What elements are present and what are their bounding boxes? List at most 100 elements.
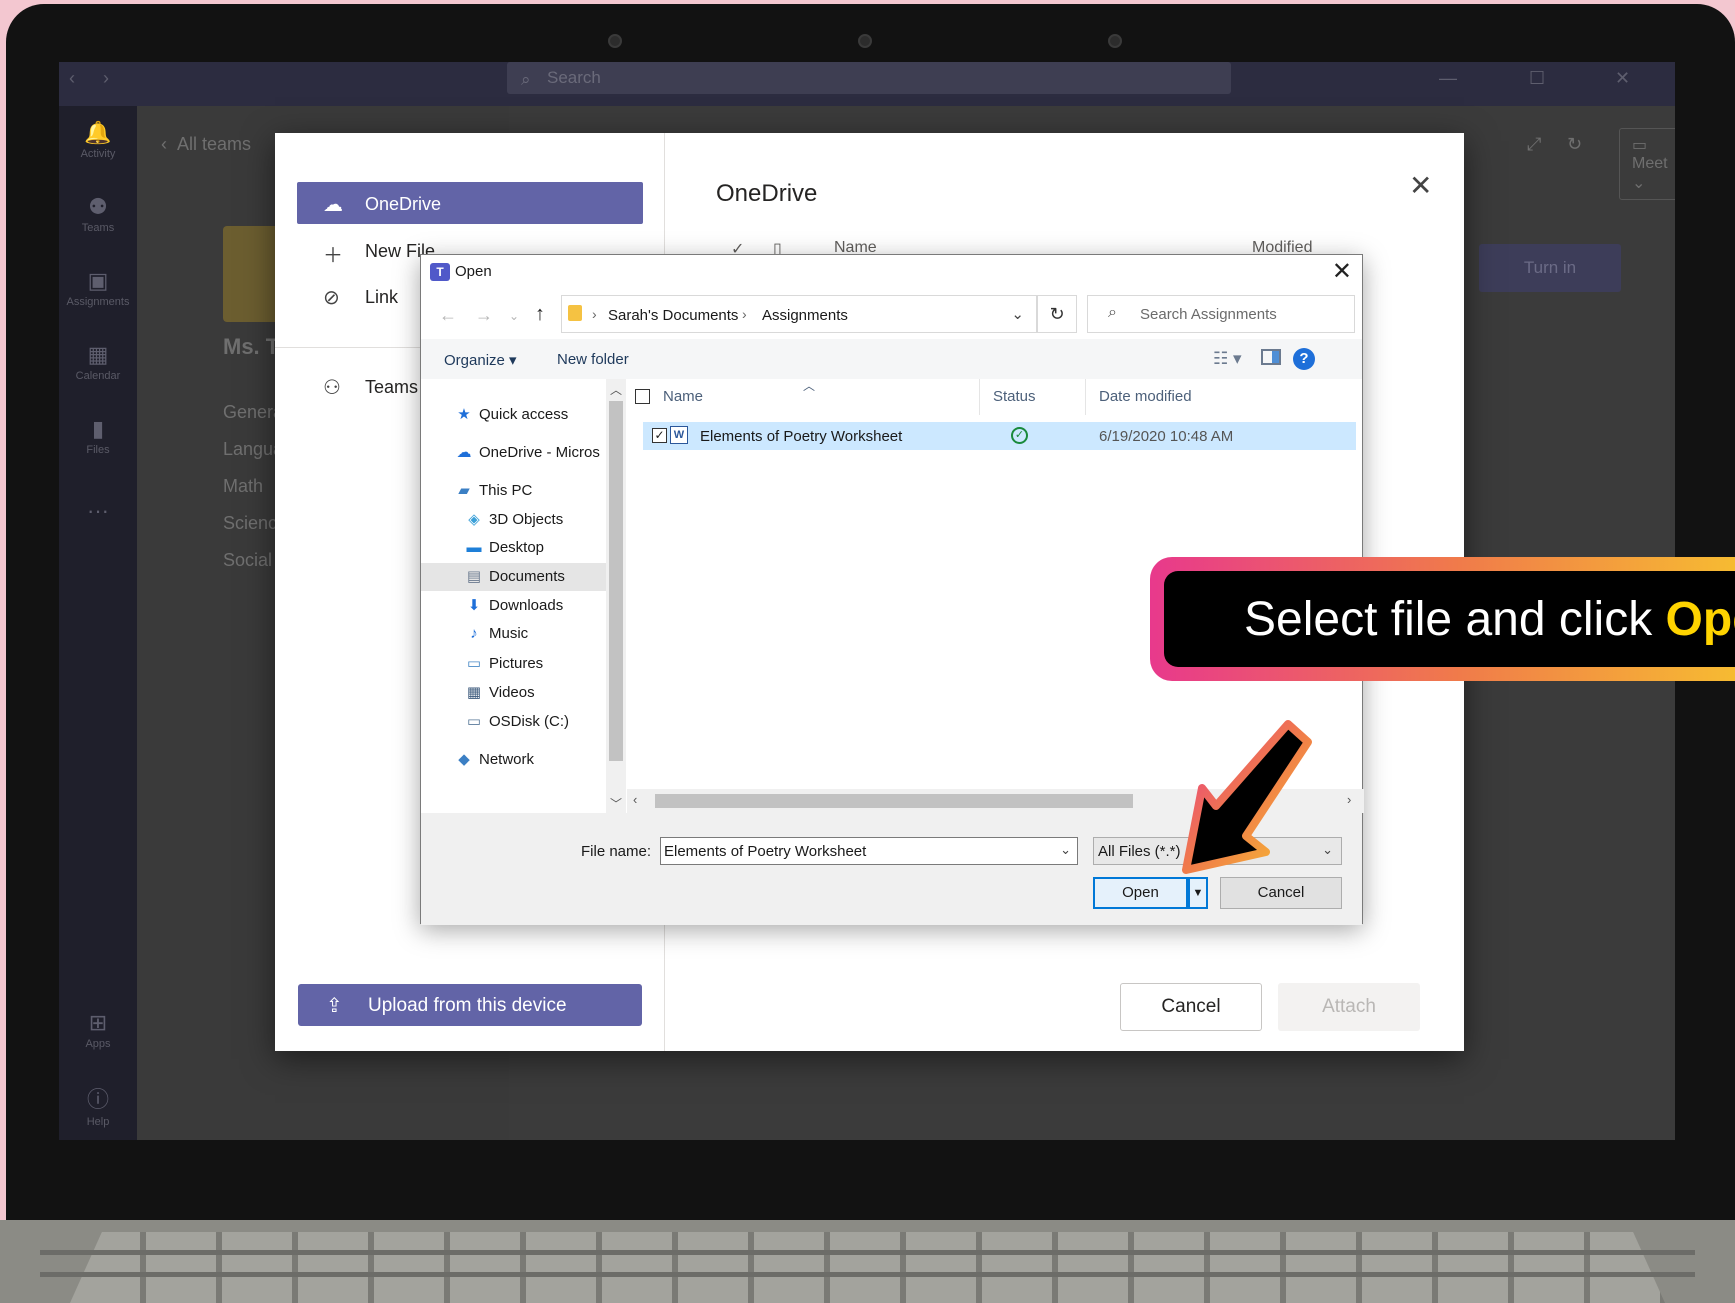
cancel-button[interactable]: Cancel [1220, 877, 1342, 909]
tree-3d-objects[interactable]: ◈ 3D Objects [465, 510, 563, 528]
scroll-thumb[interactable] [609, 401, 623, 761]
attach-button[interactable]: Attach [1278, 983, 1420, 1031]
search-assignments-input[interactable]: ⌕ Search Assignments [1087, 295, 1355, 333]
nav-label: Teams [365, 377, 419, 397]
crumb-separator-icon: › [592, 306, 597, 322]
tree-onedrive[interactable]: ☁ OneDrive - Micros [455, 443, 600, 461]
tree-label: Documents [489, 568, 565, 585]
camera-dot [1108, 34, 1122, 48]
chevron-down-icon[interactable]: ⌄ [1060, 842, 1071, 858]
tree-downloads[interactable]: ⬇ Downloads [465, 596, 564, 614]
file-row[interactable]: ✓ W Elements of Poetry Worksheet ✓ 6/19/… [643, 422, 1356, 450]
back-to-teams-link[interactable]: ‹ All teams [161, 134, 251, 155]
meet-button[interactable]: ▭ Meet ⌄ [1619, 128, 1675, 200]
forward-arrow-icon[interactable]: → [475, 305, 493, 326]
plus-icon: ＋ [323, 245, 343, 267]
rail-help[interactable]: ⓘ Help [59, 1082, 137, 1128]
scroll-up-icon[interactable]: ︿ [610, 381, 622, 398]
up-arrow-icon[interactable]: ↑ [535, 303, 545, 326]
chevron-down-icon[interactable]: ⌄ [1011, 305, 1024, 323]
tree-network[interactable]: ◆ Network [455, 750, 534, 768]
search-icon: ⌕ [1108, 304, 1117, 321]
back-nav-icon[interactable]: ‹ [69, 68, 75, 89]
tree-documents[interactable]: ▤ Documents [421, 563, 606, 591]
channel-math[interactable]: Math [223, 476, 263, 497]
desktop-icon: ▬ [466, 539, 482, 556]
upload-from-device-button[interactable]: ⇪ Upload from this device [298, 984, 642, 1026]
tree-desktop[interactable]: ▬ Desktop [465, 539, 545, 556]
tree-videos[interactable]: ▦ Videos [465, 683, 535, 701]
video-icon: ▦ [466, 684, 482, 701]
tree-label: Pictures [489, 655, 544, 672]
document-icon: ▤ [466, 568, 482, 585]
search-icon: ⌕ [521, 70, 531, 89]
tree-label: Downloads [489, 597, 564, 614]
preview-pane-icon[interactable] [1261, 349, 1281, 365]
tree-this-pc[interactable]: ▰ This PC [455, 481, 532, 499]
attach-cancel-button[interactable]: Cancel [1120, 983, 1262, 1031]
column-date-modified[interactable]: Date modified [1099, 388, 1192, 405]
breadcrumb-sarahs-documents[interactable]: Sarah's Documents [608, 307, 738, 324]
view-options-icon[interactable]: ☷ ▾ [1213, 349, 1242, 369]
select-all-checkbox[interactable] [635, 389, 650, 404]
maximize-icon[interactable]: ☐ [1529, 68, 1545, 89]
attach-title: OneDrive [716, 180, 818, 207]
column-name[interactable]: Name [663, 388, 703, 405]
open-button[interactable]: Open [1093, 877, 1188, 909]
minimize-icon[interactable]: — [1439, 68, 1457, 89]
forward-nav-icon[interactable]: › [103, 68, 109, 89]
column-divider [1085, 379, 1086, 415]
tree-label: Desktop [489, 539, 545, 556]
close-window-icon[interactable]: ✕ [1615, 68, 1630, 89]
expand-icon[interactable]: ⤢ [1527, 134, 1541, 155]
rail-more[interactable]: ··· [59, 498, 137, 526]
tree-music[interactable]: ♪ Music [465, 625, 528, 642]
file-name-label: File name: [581, 843, 652, 860]
open-options-dropdown[interactable]: ▼ [1188, 877, 1208, 909]
rail-calendar[interactable]: ▦ Calendar [59, 342, 137, 382]
refresh-button[interactable]: ↻ [1037, 295, 1077, 333]
teams-search-input[interactable]: ⌕ Search [507, 62, 1231, 94]
file-name-input[interactable]: Elements of Poetry Worksheet ⌄ [660, 837, 1078, 865]
help-icon[interactable]: ? [1293, 348, 1315, 370]
tree-osdisk[interactable]: ▭ OSDisk (C:) [465, 712, 569, 730]
breadcrumb-assignments[interactable]: Assignments [762, 307, 848, 324]
back-arrow-icon[interactable]: ← [439, 305, 457, 326]
rail-files[interactable]: ▮ Files [59, 416, 137, 456]
nav-onedrive[interactable]: ☁ OneDrive [297, 182, 643, 224]
rail-activity[interactable]: 🔔 Activity [59, 120, 137, 160]
organize-button[interactable]: Organize ▾ [444, 351, 517, 369]
rail-apps[interactable]: ⊞ Apps [59, 1010, 137, 1050]
scroll-thumb[interactable] [655, 794, 1133, 808]
scroll-right-icon[interactable]: › [1347, 792, 1351, 807]
address-bar[interactable]: › Sarah's Documents › Assignments ⌄ [561, 295, 1037, 333]
recent-dropdown-icon[interactable]: ⌄ [509, 309, 519, 323]
rail-teams[interactable]: ⚉ Teams [59, 194, 137, 234]
teams-people-icon: ⚇ [323, 377, 341, 399]
row-checkbox[interactable]: ✓ [652, 428, 667, 443]
callout-main-text: Select file and click [1244, 593, 1666, 646]
teams-icon: ⚉ [88, 194, 108, 219]
tree-pictures[interactable]: ▭ Pictures [465, 654, 543, 672]
close-icon[interactable]: ✕ [1409, 169, 1432, 202]
column-status[interactable]: Status [993, 388, 1036, 405]
tree-quick-access[interactable]: ★ Quick access [455, 405, 568, 423]
files-icon: ▮ [91, 416, 105, 441]
rail-label: Apps [85, 1038, 111, 1050]
refresh-icon[interactable]: ↻ [1567, 134, 1582, 155]
turn-in-button[interactable]: Turn in [1479, 244, 1621, 292]
tree-label: OneDrive - Micros [479, 444, 600, 461]
sort-indicator-icon: ︿ [803, 379, 816, 393]
upload-icon: ⇪ [326, 995, 343, 1017]
network-icon: ◆ [458, 751, 470, 768]
upload-label: Upload from this device [368, 995, 567, 1016]
scroll-left-icon[interactable]: ‹ [633, 792, 637, 807]
camera-dot [858, 34, 872, 48]
tree-label: Music [489, 625, 529, 642]
tree-scrollbar[interactable]: ︿ ﹀ [606, 379, 626, 813]
rail-assignments[interactable]: ▣ Assignments [59, 268, 137, 308]
navigation-tree: ★ Quick access ☁ OneDrive - Micros ▰ This P… [421, 379, 627, 813]
scroll-down-icon[interactable]: ﹀ [610, 795, 622, 812]
new-folder-button[interactable]: New folder [557, 351, 629, 368]
close-icon[interactable]: ✕ [1332, 257, 1352, 286]
